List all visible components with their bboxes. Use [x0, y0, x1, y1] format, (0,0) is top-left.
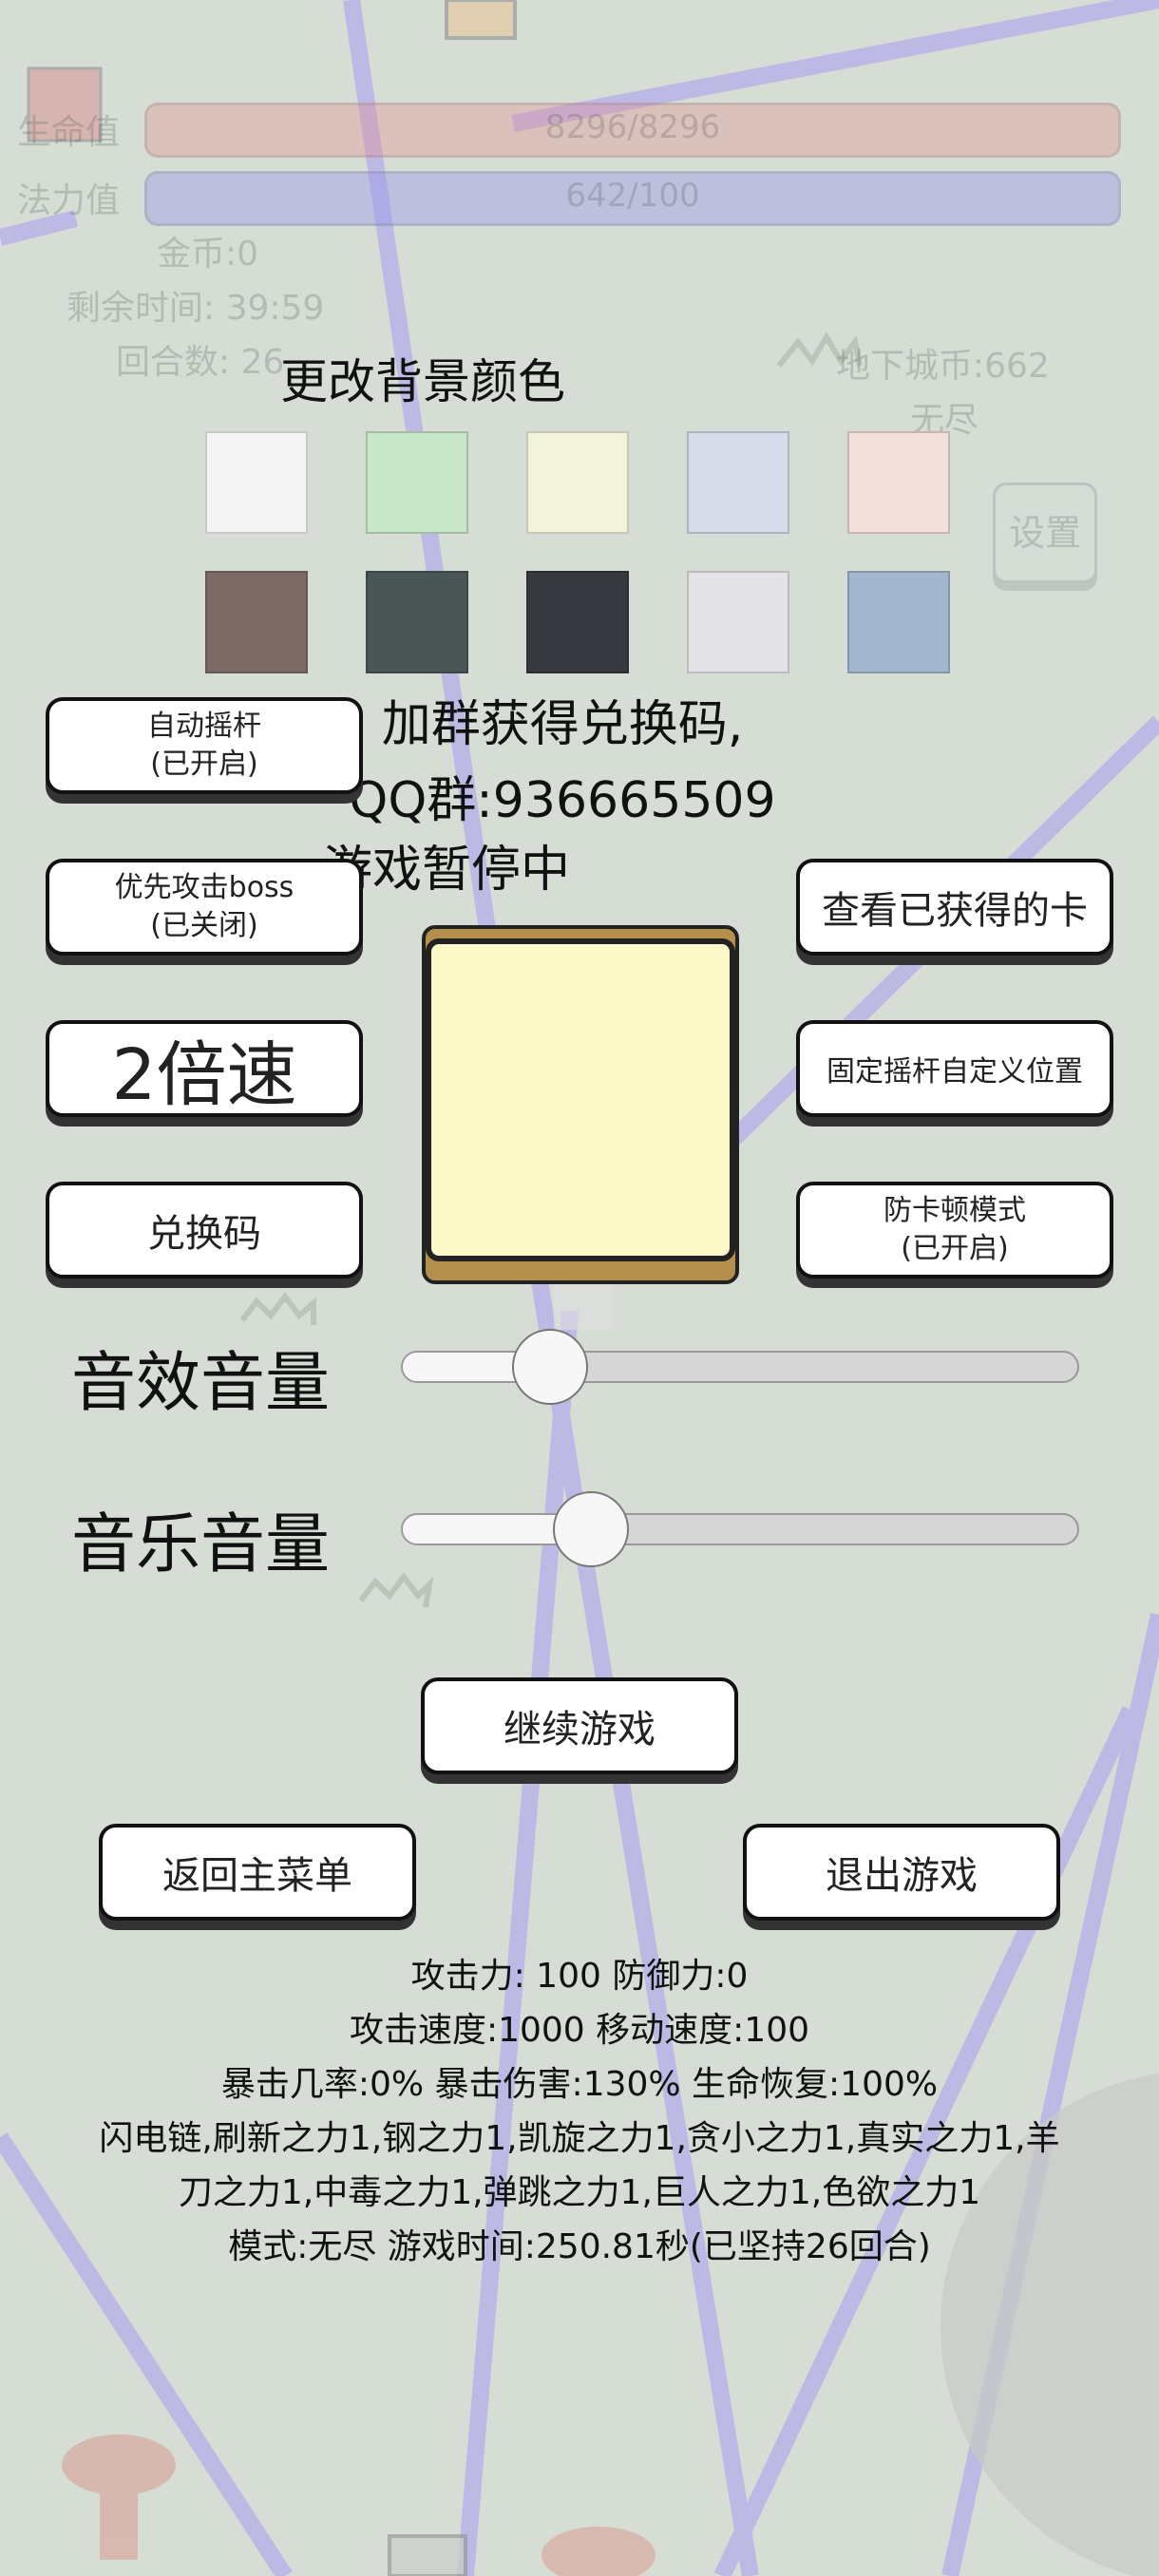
settings-label: 设置: [1008, 512, 1081, 554]
color-swatch[interactable]: [687, 571, 789, 673]
color-swatch[interactable]: [847, 571, 950, 673]
time-left-text: 剩余时间: 39:59: [66, 289, 325, 328]
color-swatch[interactable]: [205, 431, 308, 534]
sfx-volume-label: 音效音量: [71, 1346, 331, 1421]
redeem-code-button[interactable]: 兑换码: [46, 1182, 363, 1279]
auto-joystick-button[interactable]: 自动摇杆 (已开启): [46, 697, 363, 794]
promo-line-2: QQ群:936665509: [349, 772, 776, 829]
mp-label: 法力值: [17, 181, 121, 220]
auto-joystick-label: 自动摇杆: [147, 710, 261, 743]
bg-color-title: 更改背景颜色: [280, 354, 565, 409]
color-swatch[interactable]: [526, 431, 629, 534]
hp-value: 8296/8296: [544, 108, 721, 146]
card-panel-face: [426, 938, 735, 1261]
hp-bar: 8296/8296: [144, 103, 1121, 158]
player-stats: 攻击力: 100 防御力:0 攻击速度:1000 移动速度:100 暴击几率:0…: [0, 1949, 1159, 2274]
anti-lag-button[interactable]: 防卡顿模式 (已开启): [796, 1182, 1113, 1279]
main-menu-label: 返回主菜单: [162, 1854, 352, 1898]
fixed-joystick-button[interactable]: 固定摇杆自定义位置: [796, 1020, 1113, 1117]
music-volume-knob[interactable]: [552, 1491, 629, 1567]
color-swatch[interactable]: [687, 431, 789, 534]
gold-text: 金币:0: [157, 235, 259, 274]
color-swatch[interactable]: [526, 571, 629, 673]
color-swatch[interactable]: [366, 571, 468, 673]
mp-value: 642/100: [565, 177, 700, 215]
music-volume-slider[interactable]: [401, 1513, 1079, 1545]
promo-line-1: 加群获得兑换码,: [381, 696, 744, 753]
stats-crit-regen: 暴击几率:0% 暴击伤害:130% 生命恢复:100%: [220, 2065, 939, 2104]
sfx-volume-slider[interactable]: [401, 1351, 1079, 1383]
anti-lag-label: 防卡顿模式: [884, 1194, 1026, 1227]
mp-bar: 642/100: [144, 171, 1121, 226]
color-swatch[interactable]: [366, 431, 468, 534]
color-swatch[interactable]: [205, 571, 308, 673]
speed-label: 2倍速: [111, 1033, 297, 1116]
stats-powers-1: 闪电链,刷新之力1,钢之力1,凯旋之力1,贪小之力1,真实之力1,羊: [99, 2119, 1060, 2158]
prioritize-boss-label: 优先攻击boss: [114, 871, 294, 904]
settings-button[interactable]: 设置: [993, 483, 1097, 583]
sfx-volume-knob[interactable]: [512, 1329, 589, 1405]
exit-game-button[interactable]: 退出游戏: [743, 1824, 1060, 1921]
rounds-text: 回合数: 26: [116, 343, 285, 382]
music-volume-label: 音乐音量: [71, 1507, 331, 1582]
continue-game-label: 继续游戏: [504, 1708, 656, 1752]
stats-attack-defense: 攻击力: 100 防御力:0: [410, 1957, 749, 1996]
main-menu-button[interactable]: 返回主菜单: [99, 1824, 416, 1921]
view-cards-button[interactable]: 查看已获得的卡: [796, 859, 1113, 956]
auto-joystick-status: (已开启): [150, 748, 258, 781]
view-cards-label: 查看已获得的卡: [822, 889, 1088, 933]
prioritize-boss-status: (已关闭): [150, 909, 258, 942]
stats-powers-2: 刀之力1,中毒之力1,弹跳之力1,巨人之力1,色欲之力1: [178, 2173, 981, 2212]
stats-speed: 攻击速度:1000 移动速度:100: [349, 2011, 810, 2050]
prioritize-boss-button[interactable]: 优先攻击boss (已关闭): [46, 859, 363, 956]
continue-game-button[interactable]: 继续游戏: [421, 1677, 738, 1774]
fixed-joystick-label: 固定摇杆自定义位置: [826, 1055, 1083, 1089]
anti-lag-status: (已开启): [901, 1232, 1009, 1265]
hp-label: 生命值: [17, 113, 121, 152]
color-swatch[interactable]: [847, 431, 950, 534]
redeem-code-label: 兑换码: [147, 1212, 261, 1256]
dungeon-coins-text: 地下城币:662: [836, 347, 1050, 386]
stats-mode-time: 模式:无尽 游戏时间:250.81秒(已坚持26回合): [228, 2227, 931, 2266]
exit-game-label: 退出游戏: [826, 1854, 978, 1898]
speed-button[interactable]: 2倍速: [46, 1020, 363, 1117]
